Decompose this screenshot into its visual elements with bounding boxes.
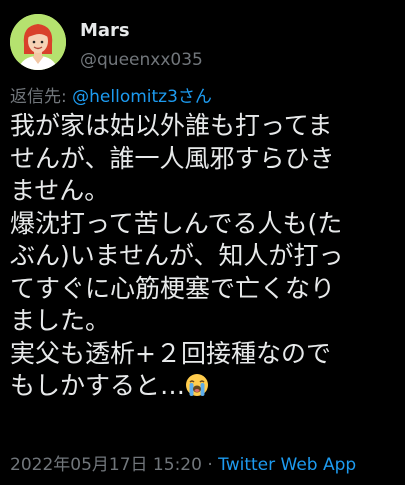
tweet-line: 我が家は姑以外誰も打ってま	[10, 111, 333, 140]
display-name[interactable]: Mars	[80, 20, 130, 41]
tweet-line: ました。	[10, 306, 111, 335]
source-link[interactable]: Twitter Web App	[218, 455, 356, 475]
timestamp[interactable]: 2022年05月17日 15:20	[10, 455, 202, 475]
reply-mention-link[interactable]: @hellomitz3さん	[72, 87, 212, 107]
avatar[interactable]	[10, 14, 66, 70]
reply-prefix: 返信先:	[10, 87, 73, 107]
reply-to: 返信先: @hellomitz3さん	[10, 82, 212, 107]
loudly-crying-face-icon	[185, 373, 209, 397]
woman-avatar-icon	[10, 14, 66, 70]
tweet-text: 我が家は姑以外誰も打ってま せんが、誰一人風邪すらひき ません。 爆沈打って苦し…	[10, 110, 400, 403]
user-handle[interactable]: @queenxx035	[80, 50, 203, 70]
tweet-line: ぶん)いませんが、知人が打っ	[10, 241, 344, 270]
tweet-header: Mars @queenxx035	[10, 8, 395, 72]
tweet-line: てすぐに心筋梗塞で亡くなり	[10, 273, 336, 303]
tweet-line: ません。	[10, 176, 110, 205]
tweet-line: 実父も透析+２回接種なので	[10, 338, 331, 368]
tweet-line: もしかすると…	[10, 371, 186, 400]
separator: ·	[201, 455, 219, 475]
tweet-line: せんが、誰一人風邪すらひき	[10, 143, 335, 173]
tweet-footer: 2022年05月17日 15:20 · Twitter Web App	[10, 450, 356, 475]
tweet-line: 爆沈打って苦しんでる人も(た	[10, 208, 343, 238]
tweet-last-line: もしかすると…	[10, 370, 400, 403]
